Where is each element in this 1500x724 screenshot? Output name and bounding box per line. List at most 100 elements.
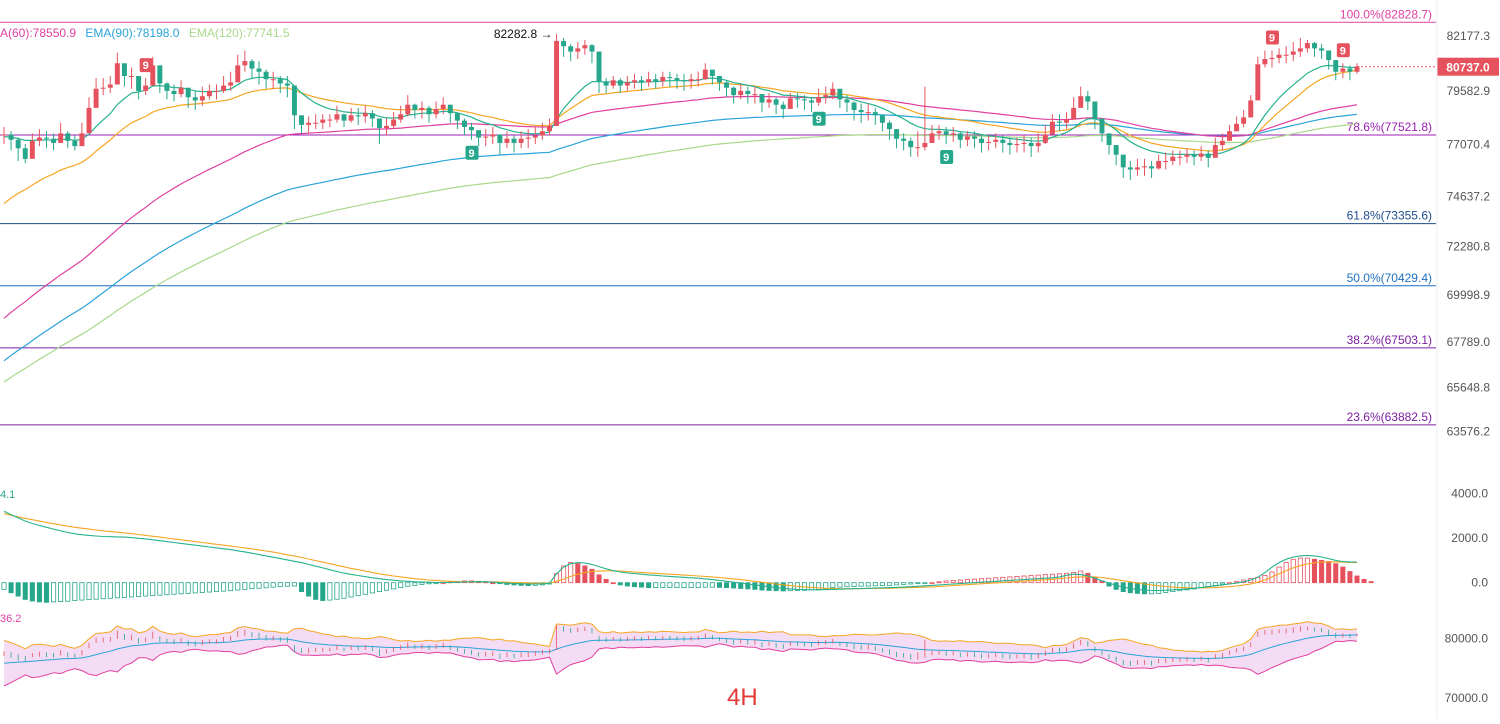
candle-body bbox=[1149, 166, 1155, 169]
macd-histogram-bar bbox=[51, 582, 57, 603]
macd-indicator-label: 4.1 bbox=[0, 489, 16, 501]
candle-body bbox=[412, 104, 418, 110]
candle-body bbox=[284, 83, 290, 86]
candle-body bbox=[964, 136, 970, 140]
candle-body bbox=[589, 45, 595, 52]
macd-histogram-bar bbox=[617, 582, 623, 586]
y-axis-tick-label: 77070.4 bbox=[1447, 138, 1491, 152]
macd-histogram-bar bbox=[660, 582, 666, 588]
candle-body bbox=[716, 76, 722, 83]
candle-body bbox=[433, 108, 439, 115]
candle-body bbox=[1177, 156, 1183, 158]
candle-body bbox=[1205, 153, 1211, 158]
candle-body bbox=[355, 115, 361, 117]
fib-level-label: 78.6%(77521.8) bbox=[1347, 120, 1432, 134]
macd-histogram-bar bbox=[1304, 557, 1310, 584]
candle-body bbox=[291, 85, 297, 116]
ema60-line bbox=[3, 95, 1358, 319]
candle-body bbox=[497, 134, 503, 143]
candle-body bbox=[391, 119, 397, 126]
candle-body bbox=[1021, 142, 1027, 144]
candle-body bbox=[93, 88, 99, 108]
candle-body bbox=[1262, 59, 1268, 65]
candle-body bbox=[79, 133, 85, 147]
candle-body bbox=[1035, 142, 1041, 147]
macd-histogram-bar bbox=[681, 582, 687, 588]
boll-band-fill bbox=[4, 621, 1357, 686]
y-axis-tick-label: 63576.2 bbox=[1447, 424, 1491, 438]
candle-body bbox=[1085, 96, 1091, 102]
candle-body bbox=[865, 112, 871, 114]
macd-histogram-bar bbox=[58, 582, 64, 603]
candle-body bbox=[164, 83, 170, 91]
candle-body bbox=[1127, 167, 1133, 170]
candle-body bbox=[171, 90, 177, 95]
macd-dif-line bbox=[3, 510, 1358, 592]
candle-body bbox=[823, 95, 829, 98]
macd-histogram-bar bbox=[575, 563, 581, 584]
candle-body bbox=[858, 110, 864, 113]
macd-histogram-bar bbox=[213, 582, 220, 593]
ema90-legend-label: EMA(90):78198.0 bbox=[85, 26, 180, 40]
macd-histogram-bar bbox=[886, 582, 892, 586]
macd-histogram-bar bbox=[1290, 558, 1296, 584]
candle-body bbox=[490, 134, 496, 137]
candle-body bbox=[249, 61, 255, 69]
candle-body bbox=[1057, 121, 1062, 123]
candle-body bbox=[362, 113, 368, 117]
macd-histogram-bar bbox=[943, 580, 949, 584]
candle-body bbox=[915, 147, 921, 149]
chart-area[interactable]: 100.0%(82828.7) 78.6%(77521.8) 61.8%(73355… bbox=[0, 0, 1500, 719]
candle-body bbox=[518, 138, 524, 143]
candle-body bbox=[206, 90, 212, 97]
candle-body bbox=[376, 118, 382, 129]
candle-body bbox=[1, 134, 7, 136]
macd-histogram-bar bbox=[221, 582, 227, 592]
candle-body bbox=[221, 85, 227, 91]
candle-body bbox=[801, 99, 807, 101]
macd-histogram-bar bbox=[1219, 582, 1225, 585]
candle-body bbox=[759, 94, 765, 103]
candle-body bbox=[1340, 68, 1346, 72]
candle-body bbox=[1106, 133, 1112, 146]
candle-body bbox=[1120, 154, 1126, 168]
candle-body bbox=[532, 135, 538, 138]
macd-histogram-bar bbox=[228, 582, 234, 592]
candle-body bbox=[1000, 139, 1006, 143]
candle-body bbox=[561, 40, 567, 47]
candle-body bbox=[29, 140, 35, 159]
candle-body bbox=[1227, 131, 1232, 141]
macd-histogram-bar bbox=[369, 582, 375, 594]
macd-histogram-bar bbox=[164, 582, 170, 596]
candle-body bbox=[745, 90, 751, 95]
timeframe-label[interactable]: 4H bbox=[727, 684, 758, 712]
td9-marker-label: 9 bbox=[943, 152, 949, 164]
macd-histogram-bar bbox=[830, 582, 836, 588]
candle-body bbox=[653, 79, 659, 82]
candle-body bbox=[1142, 166, 1147, 168]
chart-canvas: 100.0%(82828.7) 78.6%(77521.8) 61.8%(73355… bbox=[0, 0, 1499, 719]
candle-body bbox=[1219, 140, 1225, 146]
macd-histogram-bar bbox=[143, 582, 149, 597]
macd-histogram-bar bbox=[43, 582, 50, 603]
macd-histogram-bar bbox=[667, 582, 673, 588]
candle-body bbox=[426, 107, 432, 115]
candle-body bbox=[36, 137, 42, 141]
ema120-legend-label: EMA(120):77741.5 bbox=[188, 26, 290, 40]
candle-body bbox=[950, 133, 956, 135]
macd-histogram-bar bbox=[15, 582, 21, 597]
y-axis-tick-label: 69998.9 bbox=[1447, 288, 1491, 302]
macd-histogram-bar bbox=[596, 574, 602, 584]
candle-body bbox=[405, 104, 411, 115]
candle-body bbox=[1304, 43, 1310, 49]
candle-body bbox=[1028, 142, 1034, 147]
macd-histogram-bar bbox=[398, 582, 404, 588]
candle-body bbox=[86, 107, 92, 134]
macd-histogram-bar bbox=[582, 565, 588, 584]
macd-histogram-bar bbox=[922, 582, 928, 585]
macd-histogram-bar bbox=[752, 582, 758, 590]
candle-body bbox=[837, 88, 843, 100]
macd-histogram-bar bbox=[1340, 566, 1346, 584]
candle-body bbox=[214, 90, 219, 92]
macd-histogram-bar bbox=[695, 582, 701, 588]
